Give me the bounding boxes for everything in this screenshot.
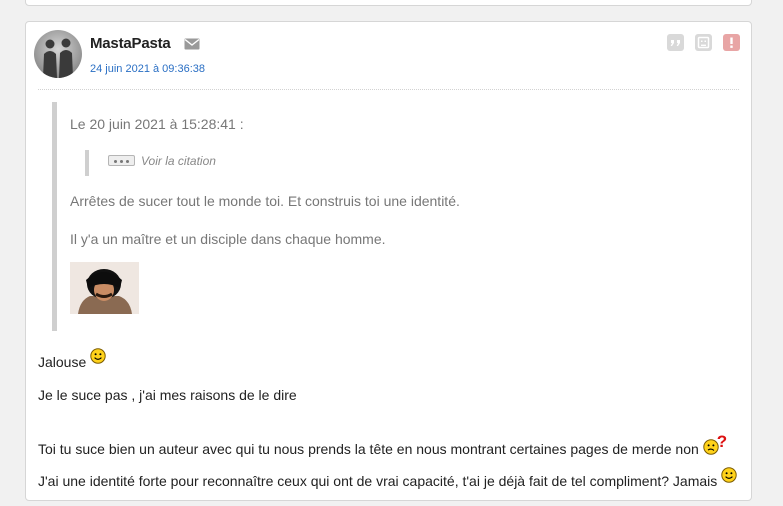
- post-text: J'ai une identité forte pour reconnaître…: [38, 473, 718, 489]
- quote-icon: [670, 40, 680, 46]
- author-name[interactable]: MastaPasta: [90, 35, 171, 52]
- previous-post-card: [25, 0, 752, 6]
- sad-face-icon: [697, 36, 710, 49]
- question-mark-icon: ?: [716, 432, 728, 451]
- smiley-icon: [721, 467, 737, 483]
- ellipsis-icon: [108, 155, 135, 166]
- sticker-image: [70, 262, 139, 314]
- post-body-line: Toi tu suce bien un auteur avec qui tu n…: [38, 432, 727, 457]
- quote-line: Il y'a un maître et un disciple dans cha…: [70, 231, 386, 247]
- quote-button[interactable]: [667, 34, 684, 51]
- post-text: Jalouse: [38, 354, 87, 370]
- post-body-line: Je le suce pas , j'ai mes raisons de le …: [38, 387, 297, 403]
- forum-post: MastaPasta 24 juin 2021 à 09:36:38 Le 20…: [25, 21, 752, 501]
- mail-icon[interactable]: [184, 38, 200, 50]
- see-quote-button[interactable]: Voir la citation: [108, 154, 216, 168]
- post-text: Je le suce pas , j'ai mes raisons de le …: [38, 387, 297, 403]
- header-divider: [38, 89, 739, 90]
- smiley-icon: [90, 348, 106, 364]
- report-button[interactable]: [695, 34, 712, 51]
- quote-meta: Le 20 juin 2021 à 15:28:41 :: [70, 116, 244, 132]
- avatar-silhouettes-icon: [43, 38, 73, 78]
- post-body-line: J'ai une identité forte pour reconnaître…: [38, 467, 737, 489]
- alert-button[interactable]: [723, 34, 740, 51]
- see-quote-label: Voir la citation: [141, 154, 216, 168]
- sticker-face-icon: [70, 262, 139, 314]
- blockquote: Le 20 juin 2021 à 15:28:41 : Voir la cit…: [52, 102, 738, 331]
- quote-line: Arrêtes de sucer tout le monde toi. Et c…: [70, 193, 460, 209]
- avatar[interactable]: [34, 30, 82, 78]
- post-text: Toi tu suce bien un auteur avec qui tu n…: [38, 441, 699, 457]
- post-body-line: Jalouse: [38, 348, 106, 370]
- alert-icon: [730, 37, 733, 48]
- post-date-link[interactable]: 24 juin 2021 à 09:36:38: [90, 63, 205, 75]
- nested-quote-bar: [85, 150, 89, 176]
